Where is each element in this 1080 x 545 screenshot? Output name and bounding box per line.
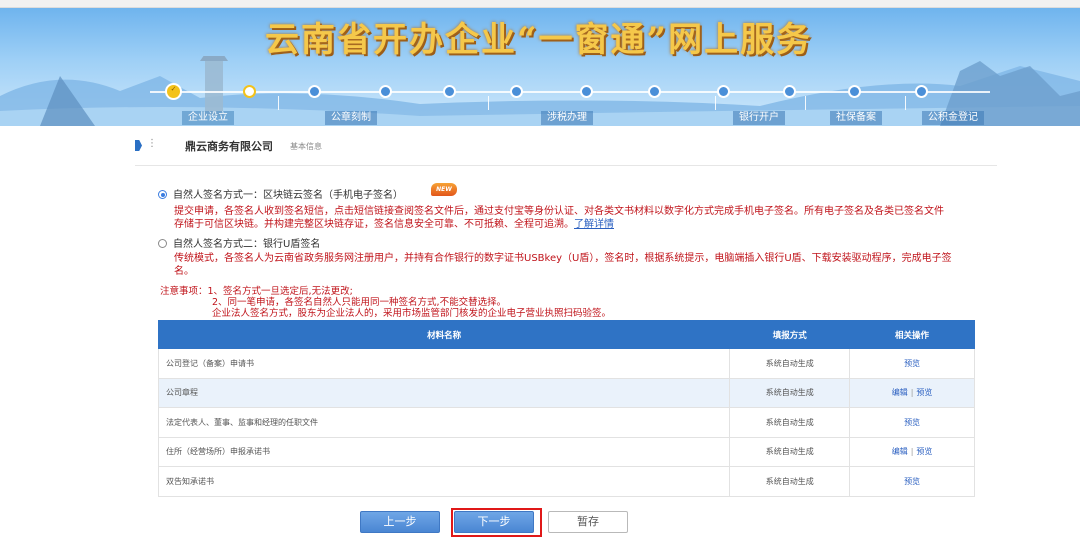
radio-checked-icon[interactable] (158, 190, 167, 199)
step-dot-icon (848, 85, 861, 98)
material-name: 住所（经营场所）申报承诺书 (157, 436, 731, 467)
next-step-highlight (451, 508, 542, 537)
learn-more-link[interactable]: 了解详情 (574, 219, 614, 230)
table-row: 公司章程 系统自动生成 编辑 | 预览 (157, 377, 975, 408)
step-dot-icon (717, 85, 730, 98)
basic-info-label[interactable]: 基本信息 (290, 141, 322, 152)
option-1-desc-line: 存储于可信区块链。并构建完整区块链存证，签名信息安全可靠、不可抵赖、全程可追溯。… (174, 219, 614, 230)
header-banner: 云南省开办企业“一窗通”网上服务 ✓ 企业设立 公章刻制 涉税办理 银行开户 社… (0, 8, 1080, 126)
step-dot-icon (783, 85, 796, 98)
column-header: 相关操作 (849, 320, 975, 349)
step-current-icon (243, 85, 256, 98)
progress-steps: ✓ 企业设立 公章刻制 涉税办理 银行开户 社保备案 公积金登记 (0, 68, 1080, 126)
step-label-seal[interactable]: 公章刻制 (325, 111, 377, 125)
table-row: 住所（经营场所）申报承诺书 系统自动生成 编辑 | 预览 (157, 436, 975, 467)
step-divider (905, 96, 906, 110)
step-dot-icon (648, 85, 661, 98)
action-separator: | (910, 447, 914, 457)
fill-method: 系统自动生成 (729, 466, 851, 497)
option-2-label: 自然人签名方式二：银行U盾签名 (173, 239, 321, 250)
step-dot-icon (379, 85, 392, 98)
steps-line (150, 91, 990, 93)
signing-option-1[interactable]: 自然人签名方式一：区块链云签名（手机电子签名） (158, 186, 403, 201)
material-name: 公司章程 (157, 377, 731, 408)
step-divider (715, 96, 716, 110)
prev-step-button[interactable]: 上一步 (360, 511, 440, 533)
save-draft-button[interactable]: 暂存 (548, 511, 628, 533)
table-row: 双告知承诺书 系统自动生成 预览 (157, 466, 975, 497)
step-label-tax[interactable]: 涉税办理 (541, 111, 593, 125)
fill-method: 系统自动生成 (729, 348, 851, 379)
notes: 注意事项：1、签名方式一旦选定后,无法更改; 2、同一笔申请，各签名自然人只能用… (160, 286, 611, 319)
step-label-housing-fund[interactable]: 公积金登记 (922, 111, 984, 125)
column-header: 材料名称 (157, 320, 731, 349)
fill-method: 系统自动生成 (729, 436, 851, 467)
edit-link[interactable]: 编辑 (892, 447, 908, 456)
option-1-desc-line: 提交申请，各签名人收到签名短信，点击短信链接查阅签名文件后，通过支付宝等身份认证… (174, 206, 944, 217)
step-dot-icon (915, 85, 928, 98)
preview-link[interactable]: 预览 (916, 447, 932, 456)
option-2-desc-line: 名。 (174, 266, 194, 277)
step-dot-icon (308, 85, 321, 98)
more-icon: ⋮ (147, 138, 157, 149)
actions-cell: 编辑 | 预览 (849, 377, 975, 408)
actions-cell: 编辑 | 预览 (849, 436, 975, 467)
radio-unchecked-icon[interactable] (158, 239, 167, 248)
column-header: 填报方式 (729, 320, 851, 349)
preview-link[interactable]: 预览 (916, 388, 932, 397)
flag-icon (135, 140, 142, 151)
option-1-label: 自然人签名方式一：区块链云签名（手机电子签名） (173, 190, 403, 201)
table-row: 法定代表人、董事、监事和经理的任职文件 系统自动生成 预览 (157, 407, 975, 438)
new-badge: NEW (431, 183, 457, 196)
step-label-company-setup[interactable]: 企业设立 (182, 111, 234, 125)
material-name: 双告知承诺书 (157, 466, 731, 497)
actions-cell: 预览 (849, 466, 975, 497)
banner-title: 云南省开办企业“一窗通”网上服务 (265, 20, 813, 60)
material-name: 法定代表人、董事、监事和经理的任职文件 (157, 407, 731, 438)
fill-method: 系统自动生成 (729, 407, 851, 438)
step-label-bank[interactable]: 银行开户 (733, 111, 785, 125)
company-header: ⋮ 鼎云商务有限公司 基本信息 (135, 138, 997, 166)
fill-method: 系统自动生成 (729, 377, 851, 408)
step-divider (488, 96, 489, 110)
preview-link[interactable]: 预览 (904, 359, 920, 368)
step-divider (278, 96, 279, 110)
step-label-social-security[interactable]: 社保备案 (830, 111, 882, 125)
preview-link[interactable]: 预览 (904, 477, 920, 486)
step-dot-icon (510, 85, 523, 98)
bookmarks-bar: 云南省云南省百度通信之了课国家云南云南省国家云南省云南中国云南云南省云南省河南省 (0, 0, 1080, 8)
action-separator: | (910, 388, 914, 398)
note-line: 企业法人签名方式，股东为企业法人的，采用市场监管部门核发的企业电子营业执照扫码验… (212, 308, 612, 319)
edit-link[interactable]: 编辑 (892, 388, 908, 397)
note-line: 2、同一笔申请，各签名自然人只能用同一种签名方式,不能交替选择。 (212, 297, 507, 308)
step-divider (805, 96, 806, 110)
table-header-row: 材料名称 填报方式 相关操作 (157, 320, 975, 349)
step-dot-icon (443, 85, 456, 98)
actions-cell: 预览 (849, 348, 975, 379)
preview-link[interactable]: 预览 (904, 418, 920, 427)
signing-option-2[interactable]: 自然人签名方式二：银行U盾签名 (158, 235, 320, 250)
note-line: 注意事项：1、签名方式一旦选定后,无法更改; (160, 286, 353, 297)
step-done-icon: ✓ (165, 83, 182, 100)
option-2-desc-line: 传统模式，各签名人为云南省政务服务网注册用户，并持有合作银行的数字证书USBke… (174, 253, 952, 264)
step-dot-icon (580, 85, 593, 98)
material-name: 公司登记（备案）申请书 (157, 348, 731, 379)
materials-table: 材料名称 填报方式 相关操作 公司登记（备案）申请书 系统自动生成 预览 公司章… (157, 320, 975, 497)
actions-cell: 预览 (849, 407, 975, 438)
company-name: 鼎云商务有限公司 (185, 140, 273, 153)
table-row: 公司登记（备案）申请书 系统自动生成 预览 (157, 348, 975, 379)
option-1-description: 提交申请，各签名人收到签名短信，点击短信链接查阅签名文件后，通过支付宝等身份认证… (174, 205, 974, 231)
option-2-description: 传统模式，各签名人为云南省政务服务网注册用户，并持有合作银行的数字证书USBke… (174, 252, 974, 278)
